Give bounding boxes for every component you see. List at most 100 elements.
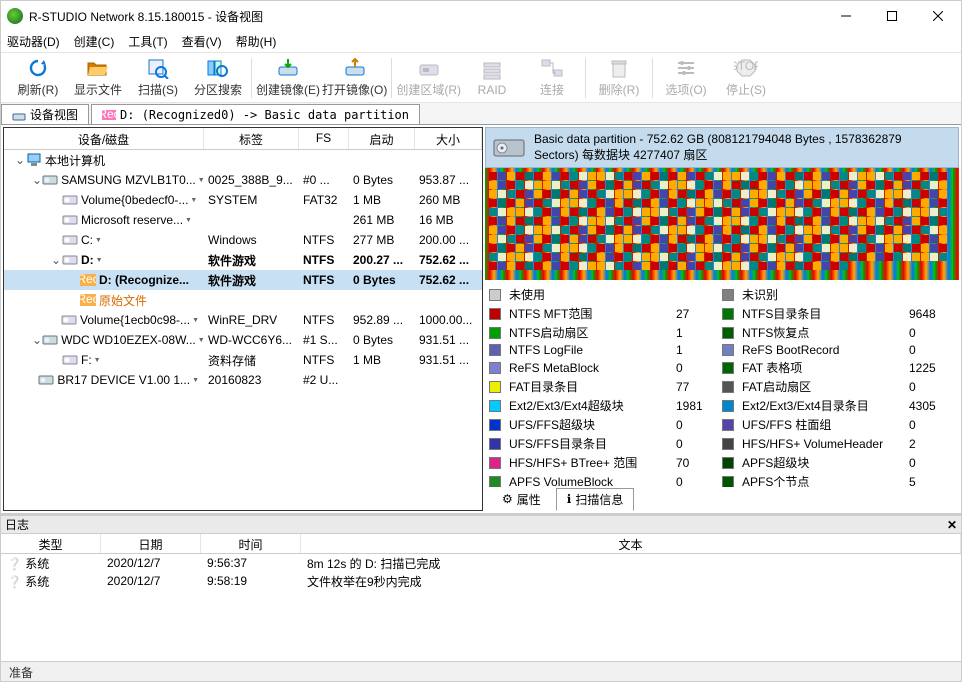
toolbar-partsearch-button[interactable]: 分区搜索 bbox=[189, 55, 247, 101]
expand-arrow-icon[interactable]: ⌄ bbox=[32, 173, 42, 187]
partition-info-line2: Sectors) 每数据块 4277407 扇区 bbox=[534, 146, 902, 163]
tree-row[interactable]: F:▼资料存储NTFS1 MB931.51 ... bbox=[4, 350, 482, 370]
menu-item[interactable]: 驱动器(D) bbox=[7, 33, 60, 50]
pc-icon bbox=[26, 153, 42, 167]
options-icon bbox=[674, 57, 698, 79]
col-label[interactable]: 标签 bbox=[204, 128, 299, 149]
tree-row[interactable]: Volume{0bedecf0-...▼SYSTEMFAT321 MB260 M… bbox=[4, 190, 482, 210]
dropdown-icon[interactable]: ▼ bbox=[94, 357, 101, 364]
legend-name: NTFS MFT范围 bbox=[509, 305, 670, 322]
cell-fs: NTFS bbox=[299, 233, 349, 247]
toolbar-raid-button: RAID bbox=[463, 55, 521, 101]
col-fs[interactable]: FS bbox=[299, 128, 349, 149]
doc-tab[interactable]: 设备视图 bbox=[1, 104, 89, 124]
logcol-date[interactable]: 日期 bbox=[101, 534, 201, 553]
dropdown-icon[interactable]: ▼ bbox=[95, 237, 102, 244]
tree-row[interactable]: Microsoft reserve...▼261 MB16 MB bbox=[4, 210, 482, 230]
legend-swatch bbox=[722, 344, 734, 356]
legend-swatch bbox=[722, 327, 734, 339]
vol-icon bbox=[62, 213, 78, 227]
logcol-type[interactable]: 类型 bbox=[1, 534, 101, 553]
tree-row[interactable]: ⌄本地计算机 bbox=[4, 150, 482, 170]
doc-tab[interactable]: RecD: (Recognized0) -> Basic data partit… bbox=[91, 104, 420, 124]
menu-item[interactable]: 工具(T) bbox=[128, 33, 167, 50]
log-rows: ❔ 系统2020/12/79:56:378m 12s 的 D: 扫描已完成❔ 系… bbox=[1, 554, 961, 661]
device-name: WDC WD10EZEX-08W... bbox=[61, 333, 196, 347]
cell-start: 0 Bytes bbox=[349, 333, 415, 347]
cell-size: 200.00 ... bbox=[415, 233, 482, 247]
log-close-button[interactable]: ✕ bbox=[947, 518, 957, 532]
device-tree[interactable]: ⌄本地计算机⌄SAMSUNG MZVLB1T0...▼0025_388B_9..… bbox=[4, 150, 482, 510]
toolbar-makeimg-button[interactable]: 创建镜像(E) bbox=[256, 55, 320, 101]
partition-info-line1: Basic data partition - 752.62 GB (808121… bbox=[534, 132, 902, 146]
col-device[interactable]: 设备/磁盘 bbox=[4, 128, 204, 149]
vol-icon bbox=[62, 193, 78, 207]
legend-swatch bbox=[489, 362, 501, 374]
expand-arrow-icon[interactable]: ⌄ bbox=[50, 253, 62, 267]
legend-swatch bbox=[722, 362, 734, 374]
dropdown-icon[interactable]: ▼ bbox=[192, 377, 199, 384]
tree-row[interactable]: BR17 DEVICE V1.00 1...▼20160823#2 U... bbox=[4, 370, 482, 390]
legend-name: ReFS MetaBlock bbox=[509, 361, 670, 375]
log-row[interactable]: ❔ 系统2020/12/79:58:19文件枚举在9秒内完成 bbox=[1, 572, 961, 590]
dropdown-icon[interactable]: ▼ bbox=[192, 317, 199, 324]
cell-label: 资料存储 bbox=[204, 352, 299, 369]
cell-label: 软件游戏 bbox=[204, 272, 299, 289]
tree-row[interactable]: ⌄D:▼软件游戏NTFS200.27 ...752.62 ... bbox=[4, 250, 482, 270]
maximize-button[interactable] bbox=[869, 1, 915, 31]
tree-row[interactable]: Volume{1ecb0c98-...▼WinRE_DRVNTFS952.89 … bbox=[4, 310, 482, 330]
toolbar-refresh-button[interactable]: 刷新(R) bbox=[9, 55, 67, 101]
scan-map[interactable] bbox=[485, 168, 959, 280]
col-size[interactable]: 大小 bbox=[415, 128, 482, 149]
legend-name: Ext2/Ext3/Ext4超级块 bbox=[509, 397, 670, 414]
col-start[interactable]: 启动 bbox=[349, 128, 415, 149]
dropdown-icon[interactable]: ▼ bbox=[185, 217, 192, 224]
toolbar-delete-button: 删除(R) bbox=[590, 55, 648, 101]
cell-start: 277 MB bbox=[349, 233, 415, 247]
tab-scan-info[interactable]: ℹ扫描信息 bbox=[556, 488, 635, 511]
toolbar-stop-button: STOP停止(S) bbox=[717, 55, 775, 101]
legend-value: 0 bbox=[909, 326, 955, 340]
hdd-icon bbox=[42, 173, 58, 187]
expand-arrow-icon[interactable]: ⌄ bbox=[14, 153, 26, 167]
delete-icon bbox=[607, 57, 631, 79]
legend-value: 2 bbox=[909, 437, 955, 451]
legend-value: 70 bbox=[676, 456, 716, 470]
cell-start: 0 Bytes bbox=[349, 173, 415, 187]
dropdown-icon[interactable]: ▼ bbox=[96, 257, 103, 264]
cell-label: WinRE_DRV bbox=[204, 313, 299, 327]
close-button[interactable] bbox=[915, 1, 961, 31]
info-bubble-icon: ❔ bbox=[7, 557, 22, 571]
device-name: D: (Recognize... bbox=[99, 273, 189, 287]
scan-info-pane: Basic data partition - 752.62 GB (808121… bbox=[485, 127, 959, 511]
menu-item[interactable]: 帮助(H) bbox=[236, 33, 277, 50]
tree-row[interactable]: ⌄SAMSUNG MZVLB1T0...▼0025_388B_9...#0 ..… bbox=[4, 170, 482, 190]
tree-row[interactable]: RecD: (Recognize...软件游戏NTFS0 Bytes752.62… bbox=[4, 270, 482, 290]
tree-row[interactable]: C:▼WindowsNTFS277 MB200.00 ... bbox=[4, 230, 482, 250]
log-columns: 类型 日期 时间 文本 bbox=[1, 534, 961, 554]
log-row[interactable]: ❔ 系统2020/12/79:56:378m 12s 的 D: 扫描已完成 bbox=[1, 554, 961, 572]
dropdown-icon[interactable]: ▼ bbox=[190, 197, 197, 204]
cell-size: 931.51 ... bbox=[415, 353, 482, 367]
makeimg-icon bbox=[276, 57, 300, 79]
tree-row[interactable]: ⌄WDC WD10EZEX-08W...▼WD-WCC6Y6...#1 S...… bbox=[4, 330, 482, 350]
menu-item[interactable]: 创建(C) bbox=[74, 33, 115, 50]
tab-properties[interactable]: ⚙属性 bbox=[491, 488, 552, 511]
cell-size: 260 MB bbox=[415, 193, 482, 207]
vol-icon bbox=[61, 313, 77, 327]
menu-item[interactable]: 查看(V) bbox=[182, 33, 222, 50]
tree-row[interactable]: Rec原始文件 bbox=[4, 290, 482, 310]
expand-arrow-icon[interactable]: ⌄ bbox=[32, 333, 42, 347]
rec-icon: Rec bbox=[80, 293, 96, 307]
logcol-text[interactable]: 文本 bbox=[301, 534, 961, 553]
toolbar-openimg-button[interactable]: 打开镜像(O) bbox=[322, 55, 387, 101]
legend-swatch bbox=[489, 438, 501, 450]
toolbar-scan-button[interactable]: 扫描(S) bbox=[129, 55, 187, 101]
toolbar-open-button[interactable]: 显示文件 bbox=[69, 55, 127, 101]
legend-name: UFS/FFS目录条目 bbox=[509, 435, 670, 452]
device-name: C: bbox=[81, 233, 93, 247]
minimize-button[interactable] bbox=[823, 1, 869, 31]
toolbar-region-button: 创建区域(R) bbox=[396, 55, 461, 101]
logcol-time[interactable]: 时间 bbox=[201, 534, 301, 553]
legend-value: 5 bbox=[909, 475, 955, 488]
